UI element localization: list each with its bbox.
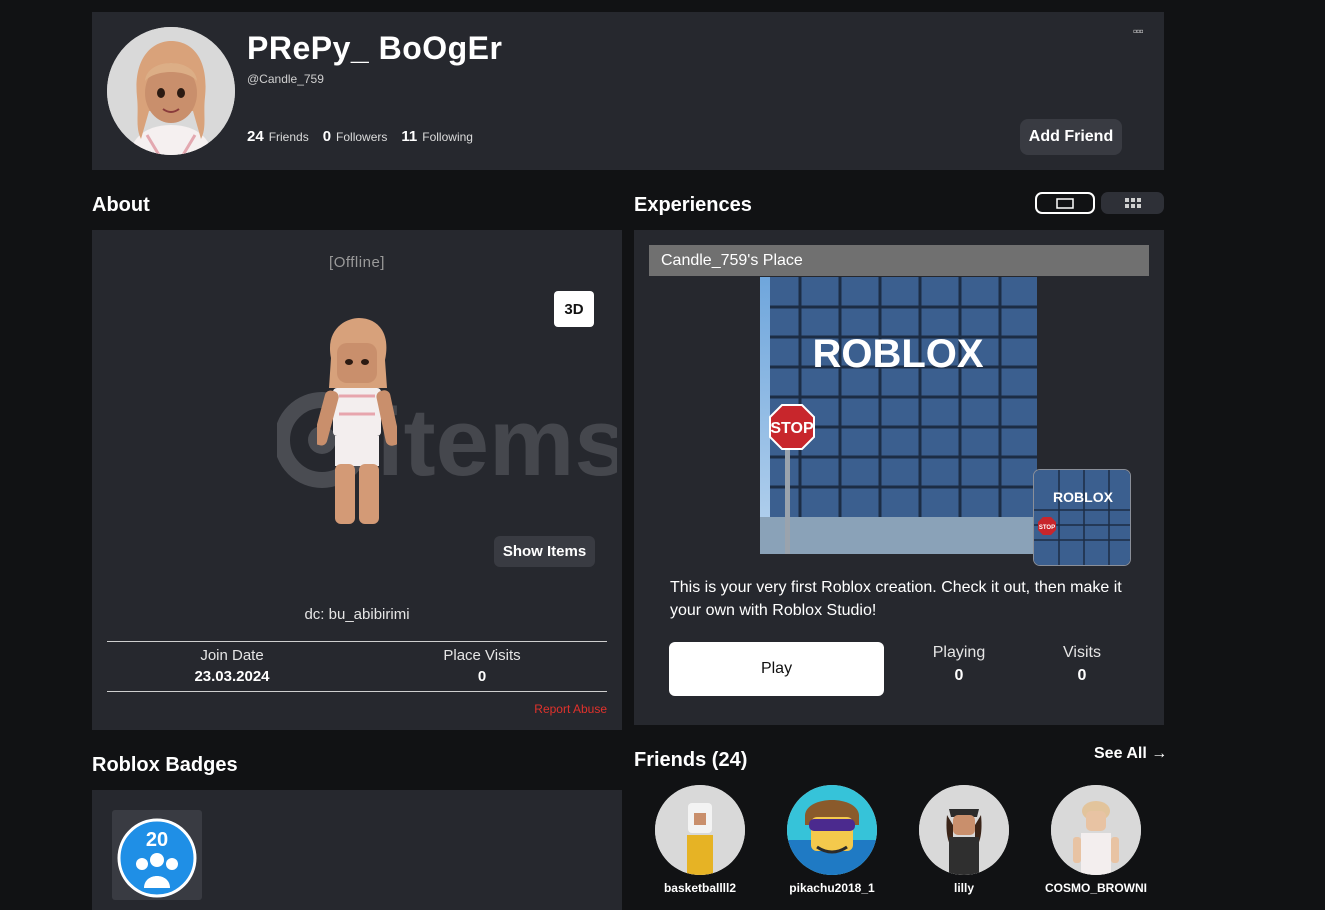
friends-stat[interactable]: 24 Friends [247,128,309,146]
badges-title: Roblox Badges [92,754,238,776]
friend-tile[interactable]: pikachu2018_1 [777,785,887,895]
small-roblox-logo-text: ROBLOX [1053,489,1114,505]
followers-count: 0 [322,128,332,145]
join-date-label: Join Date [200,647,264,664]
about-card: [Offline] 3D items Show Items dc: bu_abi… [92,230,622,730]
friends-label: Friends [268,130,309,144]
friend-tile[interactable]: basketballll2 [645,785,755,895]
report-abuse-link[interactable]: Report Abuse [534,702,607,716]
place-name-bar[interactable]: Candle_759's Place [649,245,1149,276]
profile-info-table: Join Date 23.03.2024 Place Visits 0 [107,641,607,692]
friend-name: COSMO_BROWNI [1045,881,1147,895]
roblox-logo-text: ROBLOX [812,332,983,376]
visits-stat: Visits 0 [1037,644,1127,685]
profile-bio: dc: bu_abibirimi [304,606,410,623]
friends-title: Friends (24) [634,749,748,771]
experience-card: Candle_759's Place STOP ROBLOX ROBLOX ST… [634,230,1164,725]
place-visits-value: 0 [477,668,487,685]
stop-sign-text: STOP [770,420,814,437]
badge-number: 20 [146,829,168,851]
experience-description: This is your very first Roblox creation.… [670,579,1122,619]
place-name: Candle_759's Place [661,251,803,269]
followers-label: Followers [336,130,388,144]
more-options-icon[interactable]: ▫▫▫ [1133,24,1144,38]
following-label: Following [422,130,473,144]
friend-tile[interactable]: COSMO_BROWNI [1041,785,1151,895]
friend-name: lilly [953,881,974,895]
about-title: About [92,194,150,216]
experience-icon-thumbnail[interactable]: ROBLOX STOP [1033,469,1131,566]
avatar-full-body[interactable] [317,318,397,528]
friend-tile[interactable]: lilly [909,785,1019,895]
watermark-text: items [377,389,617,495]
experiences-title: Experiences [634,194,752,216]
experience-thumbnail[interactable]: STOP ROBLOX [760,277,1037,554]
friends-count: 24 [247,128,264,145]
show-items-button[interactable]: Show Items [494,536,595,567]
carousel-view-toggle[interactable] [1035,192,1095,214]
followers-stat[interactable]: 0 Followers [323,128,388,146]
see-all-friends-link[interactable]: See All → [1094,745,1167,763]
view-3d-button[interactable]: 3D [554,291,594,327]
small-stop-sign-text: STOP [1039,525,1055,531]
single-view-icon [1056,197,1074,209]
playing-label: Playing [932,644,986,661]
following-stat[interactable]: 11 Following [401,128,473,146]
grid-view-toggle[interactable] [1101,192,1164,214]
display-name: PRePy_ BoOgEr [247,30,503,66]
avatar[interactable] [107,27,235,155]
add-friend-button[interactable]: Add Friend [1020,119,1122,155]
friend-avatar [655,785,745,875]
friend-avatar [787,785,877,875]
grid-view-icon [1124,198,1141,208]
friendship-badge[interactable]: 20 [112,810,202,900]
presence-status: [Offline] [329,254,385,271]
visits-label: Visits [1063,644,1101,661]
friend-avatar [919,785,1009,875]
following-count: 11 [401,128,418,145]
join-date-column: Join Date 23.03.2024 [107,642,357,691]
place-visits-column: Place Visits 0 [357,642,607,691]
play-button[interactable]: Play [669,642,884,696]
username: @Candle_759 [247,72,324,86]
friend-name: pikachu2018_1 [789,881,875,895]
playing-stat: Playing 0 [914,644,1004,685]
join-date-value: 23.03.2024 [194,668,270,685]
badges-card: 20 [92,790,622,910]
friend-avatar [1051,785,1141,875]
friend-name: basketballll2 [663,881,737,895]
playing-value: 0 [954,667,964,684]
place-visits-label: Place Visits [443,647,521,664]
profile-stats: 24 Friends 0 Followers 11 Following [247,128,473,146]
visits-value: 0 [1077,667,1087,684]
